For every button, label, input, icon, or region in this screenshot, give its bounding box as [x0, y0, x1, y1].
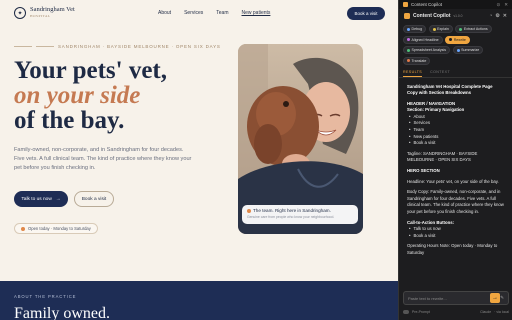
spreadsheet-icon [407, 48, 410, 52]
mode-chips: Debug Explain Extract Actions Aligned He… [399, 23, 512, 67]
side-panel-titlebar: Content Copilot ⊙ ✕ [399, 0, 512, 9]
hero-eyebrow: SANDRINGHAM · BAYSIDE MELBOURNE · OPEN S… [36, 44, 221, 49]
arrow-right-icon: → [55, 196, 61, 202]
rewrite-icon [449, 38, 453, 41]
logo-subtitle: HOSPITAL [30, 14, 51, 18]
chip-debug[interactable]: Debug [403, 25, 427, 33]
nav-services[interactable]: Services [184, 10, 203, 16]
close-icon[interactable]: ✕ [503, 13, 507, 19]
cta-label: Call-to-Action Buttons: [407, 219, 455, 225]
nav-new-patients[interactable]: New patients [242, 10, 271, 16]
side-panel-title: Content Copilot [411, 2, 443, 7]
tab-results[interactable]: RESULTS [403, 70, 423, 77]
headline-line-1: Your pets' vet, [14, 57, 168, 84]
chip-extract-actions[interactable]: Extract Actions [455, 25, 492, 33]
list-item: About [409, 114, 504, 121]
panel-tabs: RESULTS CONTEXT [399, 70, 512, 78]
copilot-logo-icon [404, 13, 410, 19]
edit-icon[interactable]: ✎ [500, 295, 504, 301]
hero-body-copy: Family-owned, non-corporate, and in Sand… [14, 147, 192, 171]
extension-icon [403, 2, 408, 7]
hours-badge: Open today · Monday to Saturday [14, 223, 98, 234]
chip-translate[interactable]: Translate [403, 56, 431, 65]
chat-icon[interactable]: ◔ [489, 13, 492, 19]
hours-text: Open today · Monday to Saturday [28, 226, 91, 231]
body-copy-line: Body Copy: Family-owned, non-corporate, … [407, 189, 504, 214]
photo-caption: The team. Right here in Sandringham. Gen… [242, 205, 358, 224]
caption-dot-icon [247, 208, 251, 213]
hero-headline: Your pets' vet, on your side of the bay. [14, 58, 167, 133]
website-viewport: ✦ Sandringham Vet HOSPITAL About Service… [0, 0, 398, 320]
panel-header: Content Copilot v1.0.0 ◔ ⚙ ✕ [399, 9, 512, 23]
pre-prompt-label: Pre-Prompt [412, 310, 430, 314]
status-dot-icon [21, 226, 25, 231]
nav-team[interactable]: Team [216, 10, 228, 16]
talk-to-us-label: Talk to us now [21, 196, 52, 202]
about-eyebrow: ABOUT THE PRACTICE [14, 294, 77, 299]
settings-icon[interactable]: ⚙ [495, 13, 499, 19]
extract-icon [459, 27, 463, 31]
section-header-hero: HERO SECTION [407, 168, 440, 174]
chip-aligned-headline[interactable]: Aligned Headline [403, 35, 443, 44]
model-source: · via local [494, 310, 509, 314]
site-logo[interactable]: ✦ Sandringham Vet HOSPITAL [14, 6, 75, 20]
version-badge: v1.0.0 [453, 14, 463, 18]
list-item: New patients [409, 134, 504, 141]
about-heading: Family owned. [14, 305, 110, 320]
hours-line: Operating Hours Note: Open today · Monda… [407, 243, 498, 255]
tagline-line: Tagline: SANDRINGHAM · BAYSIDE MELBOURNE… [407, 150, 478, 163]
chip-explain[interactable]: Explain [428, 25, 453, 33]
send-button[interactable]: → [490, 293, 500, 303]
chip-summarize[interactable]: Summarize [452, 46, 484, 54]
section-header-nav: HEADER / NAVIGATION [407, 100, 456, 106]
primary-nav: About Services Team New patients [158, 10, 270, 16]
talk-to-us-button[interactable]: Talk to us now → [14, 191, 68, 207]
input-placeholder: Paste text to rewrite... [408, 295, 447, 301]
pin-icon[interactable]: ⊙ [496, 2, 500, 8]
list-item: Services [409, 120, 504, 127]
headline-line-3: of the bay. [14, 107, 125, 134]
result-title: Sandringham Vet Hospital Complete Page C… [407, 83, 493, 96]
book-visit-header-button[interactable]: Book a visit [347, 7, 385, 20]
paw-logo-icon: ✦ [14, 7, 26, 19]
headline-line-2: on your side [14, 82, 141, 109]
logo-title: Sandringham Vet [30, 6, 75, 13]
translate-icon [407, 59, 410, 62]
pre-prompt-toggle[interactable] [403, 310, 409, 314]
chip-spreadsheet-analysis[interactable]: Spreadsheet Analysis [403, 46, 451, 54]
nav-list: About Services Team New patients Book a … [407, 114, 504, 147]
section-sub: Section: Primary Navigation [407, 107, 465, 113]
model-name[interactable]: Claude [480, 310, 491, 314]
panel-title: Content Copilot [413, 13, 451, 19]
explain-icon [432, 27, 436, 31]
nav-about[interactable]: About [158, 10, 171, 16]
debug-icon [407, 27, 410, 31]
cta-list: Talk to us now Book a visit [407, 226, 504, 239]
list-item: Book a visit [409, 140, 504, 147]
site-header: ✦ Sandringham Vet HOSPITAL About Service… [0, 0, 398, 26]
list-item: Talk to us now [409, 226, 504, 233]
book-visit-button[interactable]: Book a visit [74, 191, 114, 207]
headline-icon [407, 38, 410, 41]
arrow-right-icon: → [492, 295, 498, 301]
chip-rewrite[interactable]: Rewrite [445, 35, 470, 44]
panel-footer: Pre-Prompt Claude · via local [403, 308, 509, 316]
results-output: Sandringham Vet Hospital Complete Page C… [399, 78, 512, 276]
tab-context[interactable]: CONTEXT [430, 70, 450, 77]
content-copilot-panel: Content Copilot ⊙ ✕ Content Copilot v1.0… [398, 0, 512, 320]
list-item: Team [409, 127, 504, 134]
caption-title: The team. Right here in Sandringham. [253, 208, 331, 213]
close-panel-icon[interactable]: ✕ [504, 2, 508, 8]
list-item: Book a visit [409, 233, 504, 240]
headline-line: Headline: Your pets' vet, on your side o… [407, 178, 499, 184]
eyebrow-rule [14, 46, 32, 47]
summarize-icon [456, 48, 460, 52]
caption-subtitle: Genuine care from people who know your n… [247, 214, 335, 219]
